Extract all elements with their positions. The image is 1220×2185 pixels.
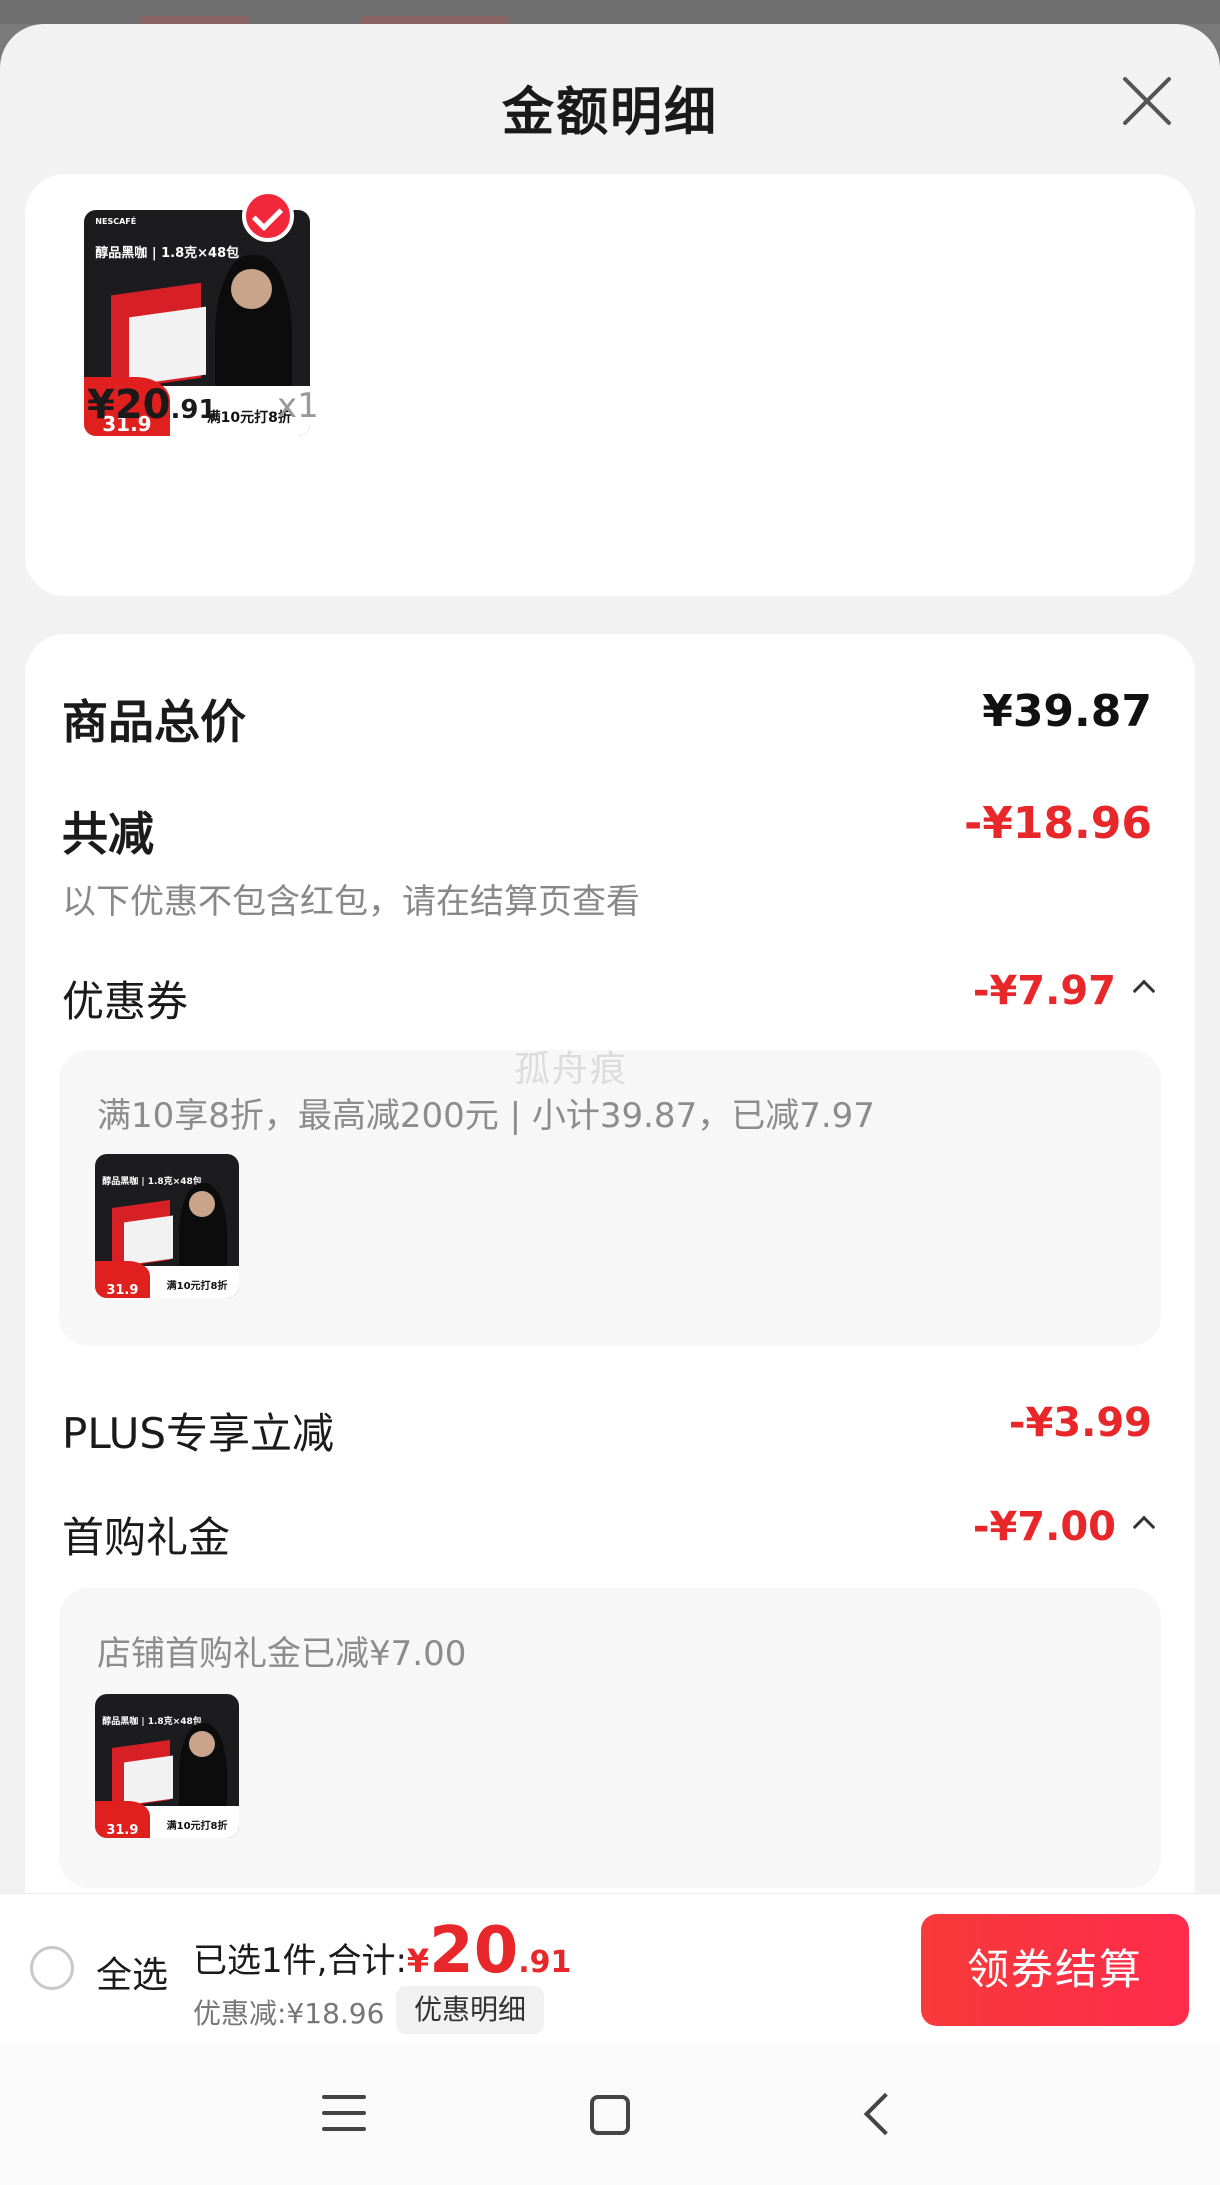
- discount-summary: 优惠减:¥18.96: [193, 1997, 385, 2030]
- total-label: 商品总价: [62, 695, 246, 749]
- plus-value: -¥3.99: [1008, 1400, 1152, 1446]
- person-graphic: [188, 1191, 215, 1218]
- first-purchase-label: 首购礼金: [62, 1513, 231, 1562]
- first-purchase-product-thumbnail: 醇品黑咖 | 1.8克×48包 31.9 满10元打8折: [95, 1694, 239, 1838]
- summary-total-int: 20: [429, 1914, 519, 1988]
- first-purchase-panel-text: 店铺首购礼金已减¥7.00: [97, 1634, 467, 1674]
- coupon-panel: 满10享8折，最高减200元 | 小计39.87，已减7.97 醇品黑咖 | 1…: [59, 1050, 1161, 1346]
- discount-detail-button[interactable]: 优惠明细: [396, 1986, 545, 2034]
- thumbnail-deal: 满10元打8折: [166, 1281, 228, 1293]
- back-icon[interactable]: [863, 2092, 907, 2136]
- product-price-dec: .91: [170, 395, 217, 425]
- sheet-title: 金额明细: [501, 83, 718, 143]
- thumbnail-brand: NESCAFÉ: [95, 216, 137, 226]
- total-value: ¥39.87: [982, 686, 1152, 737]
- coupon-panel-text: 满10享8折，最高减200元 | 小计39.87，已减7.97: [97, 1096, 875, 1136]
- reduction-label: 共减: [62, 807, 154, 861]
- menu-icon[interactable]: [322, 2093, 366, 2133]
- amount-detail-sheet: 金额明细 NESCAFÉ 醇品黑咖 | 1.8克×48包 31.9 满10元打8…: [0, 24, 1220, 2185]
- chevron-up-icon: [1132, 979, 1156, 1003]
- first-purchase-panel: 店铺首购礼金已减¥7.00 醇品黑咖 | 1.8克×48包 31.9 满10元打…: [59, 1588, 1161, 1888]
- check-icon[interactable]: [242, 190, 294, 242]
- summary-currency: ¥: [406, 1942, 430, 1980]
- coffee-box-graphic: [123, 1215, 173, 1266]
- coupon-label: 优惠券: [62, 977, 189, 1026]
- summary-label: 已选1件,合计:: [193, 1941, 407, 1981]
- select-all-radio[interactable]: [30, 1946, 74, 1990]
- product-card: NESCAFÉ 醇品黑咖 | 1.8克×48包 31.9 满10元打8折 ¥20…: [25, 174, 1195, 596]
- coffee-box-graphic: [123, 1755, 173, 1806]
- person-graphic: [230, 268, 272, 310]
- close-icon[interactable]: [1118, 72, 1176, 130]
- select-all-label[interactable]: 全选: [96, 1946, 168, 1998]
- thumbnail-headline: 醇品黑咖 | 1.8克×48包: [102, 1717, 202, 1728]
- watermark: 孤舟痕: [514, 1049, 629, 1090]
- person-graphic: [188, 1731, 215, 1758]
- first-purchase-value: -¥7.00: [972, 1504, 1116, 1550]
- chevron-up-icon: [1132, 1515, 1156, 1539]
- thumbnail-headline: 醇品黑咖 | 1.8克×48包: [102, 1177, 202, 1188]
- plus-label: PLUS专享立减: [62, 1409, 335, 1458]
- coupon-product-thumbnail: 醇品黑咖 | 1.8克×48包 31.9 满10元打8折: [95, 1154, 239, 1298]
- background-page-strip: [0, 0, 1220, 26]
- product-price: ¥20.91: [87, 382, 217, 428]
- coupon-value: -¥7.97: [972, 968, 1116, 1014]
- thumbnail-price-badge: 31.9: [95, 1800, 150, 1838]
- coupon-toggle[interactable]: -¥7.97: [972, 968, 1156, 1014]
- coffee-box-graphic: [129, 306, 207, 385]
- thumbnail-price-badge: 31.9: [95, 1260, 150, 1298]
- thumbnail-headline: 醇品黑咖 | 1.8克×48包: [95, 245, 240, 261]
- product-quantity: x1: [277, 386, 319, 426]
- reduction-value: -¥18.96: [963, 798, 1152, 849]
- home-icon[interactable]: [590, 2095, 630, 2135]
- checkout-bar: 全选 已选1件,合计:¥20.91 优惠减:¥18.96 优惠明细 领券结算: [0, 1893, 1220, 2044]
- reduction-note: 以下优惠不包含红包，请在结算页查看: [62, 882, 640, 922]
- order-summary: 已选1件,合计:¥20.91: [193, 1914, 571, 1988]
- checkout-button[interactable]: 领券结算: [921, 1914, 1189, 2026]
- thumbnail-deal: 满10元打8折: [166, 1821, 228, 1833]
- system-nav-bar: [0, 2043, 1220, 2185]
- first-purchase-toggle[interactable]: -¥7.00: [972, 1504, 1156, 1550]
- summary-total-dec: .91: [518, 1945, 572, 1980]
- product-price-int: ¥20: [87, 382, 171, 428]
